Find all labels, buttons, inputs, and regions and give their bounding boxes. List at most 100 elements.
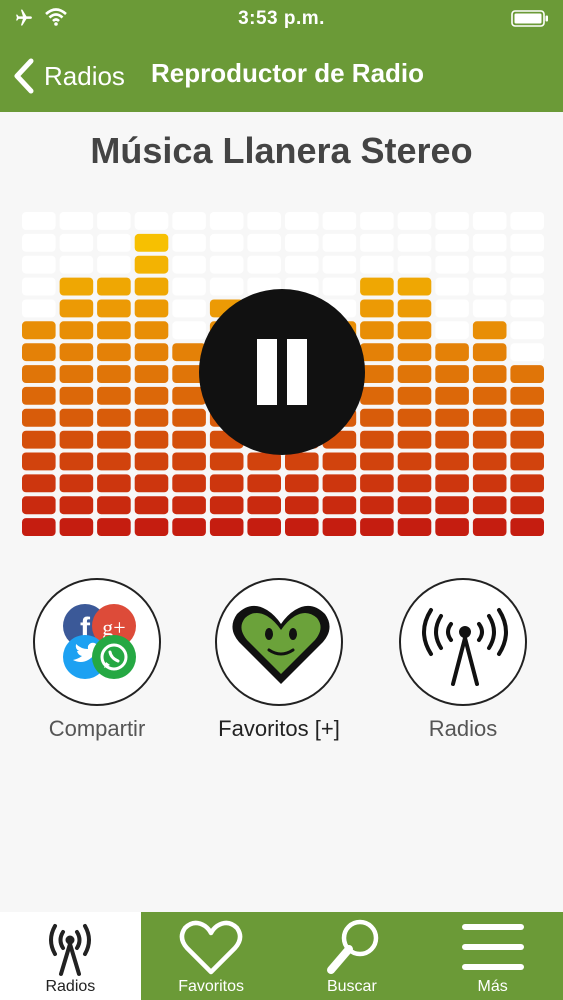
equalizer-block xyxy=(397,321,432,340)
tab-search[interactable]: Buscar xyxy=(282,912,423,1000)
equalizer-block xyxy=(59,365,94,383)
equalizer-block xyxy=(22,496,56,515)
equalizer-block xyxy=(322,277,357,296)
equalizer-block xyxy=(397,299,432,318)
equalizer-block xyxy=(435,299,469,318)
equalizer-block xyxy=(472,212,507,230)
equalizer-block xyxy=(247,474,281,493)
equalizer-block xyxy=(397,408,432,427)
equalizer-block xyxy=(22,430,56,449)
equalizer-block xyxy=(247,255,281,274)
page-title: Reproductor de Radio xyxy=(151,58,425,88)
equalizer-block xyxy=(59,277,94,296)
equalizer-block xyxy=(59,233,94,252)
equalizer-block xyxy=(472,299,507,318)
equalizer-block xyxy=(134,255,169,274)
equalizer-block xyxy=(510,343,544,362)
equalizer-block xyxy=(472,365,507,383)
equalizer-block xyxy=(322,452,357,471)
equalizer-block xyxy=(322,233,357,252)
equalizer-block xyxy=(59,321,94,340)
equalizer-block xyxy=(22,408,56,427)
tab-radios[interactable]: Radios xyxy=(0,912,141,1000)
equalizer-block xyxy=(397,430,432,449)
equalizer-block xyxy=(397,277,432,296)
equalizer-block xyxy=(59,299,94,318)
tab-bar: Radios Favoritos Buscar Más xyxy=(0,912,563,1000)
equalizer-block xyxy=(510,321,544,340)
tab-favorites[interactable]: Favoritos xyxy=(141,912,282,1000)
equalizer-block xyxy=(134,518,169,536)
equalizer-block xyxy=(510,452,544,471)
equalizer-block xyxy=(435,430,469,449)
pause-button[interactable] xyxy=(199,289,365,455)
equalizer-block xyxy=(22,518,56,536)
equalizer-block xyxy=(172,496,206,515)
equalizer-block xyxy=(435,365,469,383)
heart-icon xyxy=(179,920,243,975)
equalizer-block xyxy=(397,212,432,230)
equalizer-block xyxy=(172,408,206,427)
equalizer-block xyxy=(172,299,206,318)
equalizer-block xyxy=(59,474,94,493)
equalizer-block xyxy=(172,518,206,536)
share-button[interactable]: f g+ Compartir xyxy=(32,578,162,742)
equalizer-block xyxy=(472,474,507,493)
station-name: Música Llanera Stereo xyxy=(90,130,473,171)
equalizer-block xyxy=(397,474,432,493)
equalizer-block xyxy=(97,430,131,449)
equalizer-block xyxy=(172,452,206,471)
tab-label: Favoritos xyxy=(178,978,245,995)
equalizer-block xyxy=(172,474,206,493)
equalizer-block xyxy=(22,321,56,340)
equalizer-block xyxy=(472,518,507,536)
equalizer-block xyxy=(134,212,169,230)
equalizer-block xyxy=(285,233,319,252)
equalizer-block xyxy=(360,452,394,471)
equalizer-block xyxy=(360,255,394,274)
equalizer-block xyxy=(22,233,56,252)
equalizer-block xyxy=(435,277,469,296)
equalizer-block xyxy=(59,518,94,536)
pause-icon-bar xyxy=(287,339,307,405)
equalizer-block xyxy=(172,233,206,252)
equalizer-block xyxy=(397,496,432,515)
equalizer-block xyxy=(472,430,507,449)
equalizer-block xyxy=(435,255,469,274)
equalizer-block xyxy=(360,343,394,362)
equalizer-block xyxy=(22,212,56,230)
equalizer-block xyxy=(59,408,94,427)
pause-icon xyxy=(257,339,277,405)
equalizer-block xyxy=(97,474,131,493)
equalizer-block xyxy=(285,452,319,471)
equalizer-block xyxy=(435,233,469,252)
equalizer-block xyxy=(209,255,244,274)
equalizer-block xyxy=(435,408,469,427)
equalizer-block xyxy=(285,255,319,274)
equalizer-block xyxy=(322,212,357,230)
equalizer-block xyxy=(134,452,169,471)
equalizer-block xyxy=(247,518,281,536)
add-favorite-button[interactable]: Favoritos [+] xyxy=(214,578,344,742)
equalizer-block xyxy=(397,233,432,252)
equalizer-block xyxy=(97,321,131,340)
equalizer-block xyxy=(172,430,206,449)
equalizer-block xyxy=(435,386,469,405)
tab-more[interactable]: Más xyxy=(422,912,563,1000)
equalizer-block xyxy=(22,277,56,296)
equalizer-block xyxy=(134,299,169,318)
equalizer-block xyxy=(97,365,131,383)
menu-icon xyxy=(461,924,524,970)
back-label: Radios xyxy=(44,60,125,91)
equalizer-block xyxy=(510,386,544,405)
equalizer-block xyxy=(472,255,507,274)
radios-button[interactable]: Radios xyxy=(398,578,528,742)
equalizer-block xyxy=(360,212,394,230)
equalizer-block xyxy=(97,452,131,471)
equalizer-block xyxy=(435,452,469,471)
equalizer-block xyxy=(22,299,56,318)
back-button[interactable]: Radios xyxy=(12,56,125,96)
share-label: Compartir xyxy=(48,716,146,741)
equalizer-block xyxy=(285,496,319,515)
equalizer-block xyxy=(22,452,56,471)
